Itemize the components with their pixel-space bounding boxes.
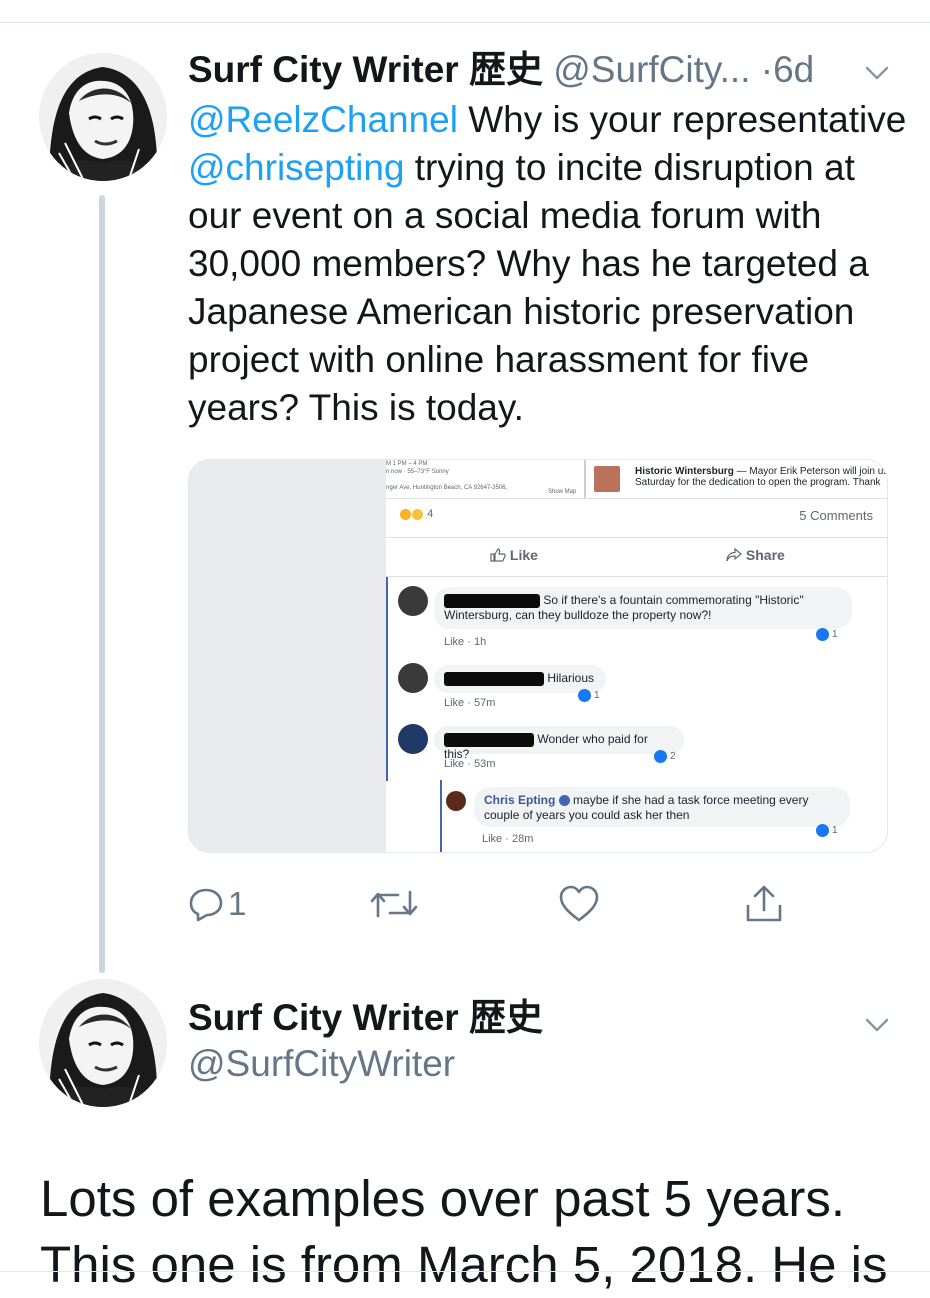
- timestamp[interactable]: 6d: [773, 49, 814, 90]
- reply-author-avatar[interactable]: [446, 791, 466, 811]
- reply-thread-rail: [440, 780, 442, 852]
- comment-bubble: Wonder who paid for this?: [434, 726, 684, 761]
- tweet-text-line: This one is from March 5, 2018. He is: [40, 1236, 888, 1293]
- tweet-text-segment: trying to incite disruption at our event…: [188, 147, 869, 428]
- share-icon: [746, 885, 782, 922]
- retweet-button[interactable]: [370, 884, 418, 924]
- reply-text: couple of years you could ask her then: [484, 808, 690, 822]
- reply-author-name[interactable]: Chris Epting: [484, 793, 555, 807]
- comment-bubble: So if there's a fountain commemorating "…: [434, 587, 852, 629]
- tweet-text-segment: Why is your representative: [457, 99, 907, 140]
- share-arrow-icon: [726, 547, 742, 562]
- avatar-image: [39, 53, 167, 181]
- redacted-name: [444, 671, 544, 686]
- retweet-icon: [370, 890, 418, 918]
- comment-meta[interactable]: Like · 53m: [444, 758, 495, 770]
- reply-bubble: Chris Epting maybe if she had a task for…: [474, 787, 850, 827]
- comment-text: So if there's a fountain commemorating "…: [543, 593, 804, 607]
- reactions-count: 4: [427, 508, 434, 520]
- reply-button[interactable]: 1: [188, 884, 246, 924]
- divider: [386, 537, 887, 538]
- heart-icon: [559, 885, 599, 922]
- reply-meta[interactable]: Like · 28m: [482, 833, 533, 845]
- reply-text: maybe if she had a task force meeting ev…: [569, 793, 809, 807]
- notification-line2: Saturday for the dedication to open the …: [635, 477, 881, 488]
- comment-meta[interactable]: Like · 57m: [444, 697, 495, 709]
- comment-like-count[interactable]: 1: [816, 628, 838, 641]
- like-reaction-icon: [654, 750, 667, 763]
- haha-reaction-icon: [412, 508, 423, 520]
- top-divider: [0, 22, 930, 23]
- author-name[interactable]: Surf City Writer 歴史: [188, 996, 543, 1040]
- reply-like-count[interactable]: 1: [816, 824, 838, 837]
- like-tweet-button[interactable]: [558, 884, 600, 924]
- author-handle[interactable]: @SurfCity...: [553, 49, 750, 90]
- comment-text: Wintersburg, can they bulldoze the prope…: [444, 608, 712, 622]
- share-button[interactable]: Share: [726, 547, 785, 563]
- like-count: 1: [594, 690, 600, 702]
- mention-link[interactable]: @chrisepting: [188, 147, 405, 188]
- like-reaction-icon: [816, 824, 829, 837]
- tweet-text: Lots of examples over past 5 years. This…: [40, 1166, 920, 1298]
- tweet-text: @ReelzChannel Why is your representative…: [188, 96, 908, 432]
- share-label: Share: [745, 547, 785, 563]
- event-info: M 1 PM – 4 PM n now · 55–73°F Sunny nger…: [386, 460, 582, 498]
- show-map-link[interactable]: Show Map: [548, 488, 576, 496]
- like-reaction-icon: [816, 628, 829, 641]
- event-time: M 1 PM – 4 PM: [386, 461, 428, 467]
- fb-top-strip: M 1 PM – 4 PM n now · 55–73°F Sunny nger…: [386, 460, 888, 499]
- like-count: 1: [832, 629, 838, 641]
- tweet-action-bar: 1: [0, 884, 930, 928]
- mention-link[interactable]: @ReelzChannel: [188, 99, 458, 140]
- comment-text: Hilarious: [547, 671, 595, 685]
- reactions-summary[interactable]: 4: [400, 508, 433, 520]
- notification-source: Historic Wintersburg: [635, 466, 734, 477]
- avatar-image: [39, 979, 167, 1107]
- like-count: 1: [832, 825, 838, 837]
- avatar[interactable]: [39, 979, 167, 1107]
- comment-like-count[interactable]: 1: [578, 689, 600, 702]
- notification-line1: — Mayor Erik Peterson will join us: [733, 466, 888, 477]
- fb-separator: [584, 460, 586, 498]
- bottom-divider: [0, 1271, 930, 1272]
- chevron-down-icon[interactable]: [862, 58, 892, 88]
- like-button[interactable]: Like: [490, 547, 538, 563]
- thread-line: [99, 195, 105, 973]
- redacted-name: [444, 593, 540, 608]
- notification-thumbnail: [594, 466, 620, 492]
- redacted-name: [444, 732, 534, 747]
- separator-dot: ·: [760, 49, 774, 90]
- share-tweet-button[interactable]: [744, 884, 784, 924]
- tweet-header: Surf City Writer 歴史 @SurfCity... ·6d: [188, 48, 814, 92]
- commenter-avatar[interactable]: [398, 724, 428, 754]
- author-name[interactable]: Surf City Writer 歴史: [188, 49, 543, 90]
- verified-badge-icon: [558, 795, 570, 807]
- like-count: 2: [670, 751, 676, 763]
- tweet-text-line: Lots of examples over past 5 years.: [40, 1170, 846, 1227]
- like-reaction-icon: [578, 689, 591, 702]
- chevron-down-icon[interactable]: [862, 1010, 892, 1040]
- comment-thread-rail: [386, 577, 388, 781]
- embedded-image[interactable]: M 1 PM – 4 PM n now · 55–73°F Sunny nger…: [188, 459, 888, 853]
- reply-count: 1: [228, 885, 247, 922]
- divider: [386, 576, 887, 577]
- comment-like-count[interactable]: 2: [654, 750, 676, 763]
- reply-icon: [189, 888, 223, 922]
- commenter-avatar[interactable]: [398, 586, 428, 616]
- notification-text[interactable]: Historic Wintersburg — Mayor Erik Peters…: [635, 466, 888, 488]
- commenter-avatar[interactable]: [398, 663, 428, 693]
- avatar[interactable]: [39, 53, 167, 181]
- event-weather: n now · 55–73°F Sunny: [386, 469, 449, 475]
- author-handle[interactable]: @SurfCityWriter: [188, 1042, 455, 1086]
- comments-count[interactable]: 5 Comments: [799, 508, 873, 523]
- like-label: Like: [509, 547, 538, 563]
- comment-meta[interactable]: Like · 1h: [444, 636, 486, 648]
- facebook-post-panel: M 1 PM – 4 PM n now · 55–73°F Sunny nger…: [386, 460, 888, 852]
- wow-reaction-icon: [400, 508, 411, 520]
- thumbs-up-icon: [490, 548, 506, 562]
